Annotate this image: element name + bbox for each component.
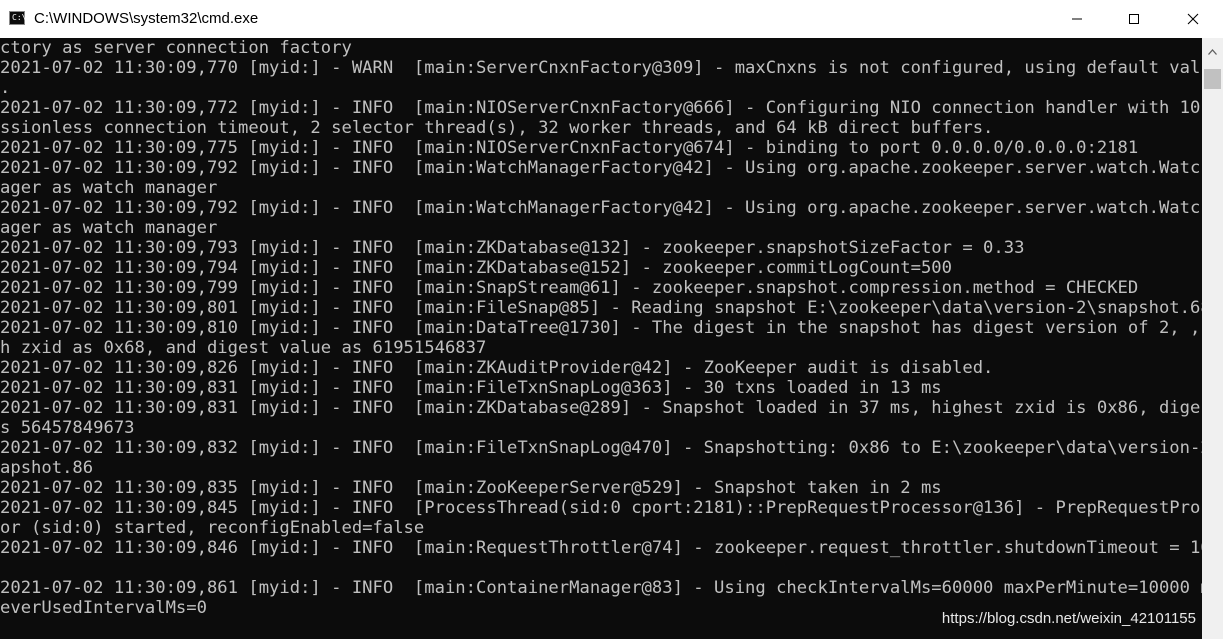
maximize-icon — [1129, 14, 1139, 24]
console-line: 2021-07-02 11:30:09,832 [myid:] - INFO [… — [0, 438, 1202, 458]
console-line: or (sid:0) started, reconfigEnabled=fals… — [0, 518, 425, 538]
console-line: h zxid as 0x68, and digest value as 6195… — [0, 338, 487, 358]
vertical-scrollbar[interactable] — [1202, 38, 1223, 639]
console-line: 2021-07-02 11:30:09,792 [myid:] - INFO [… — [0, 198, 1202, 218]
scroll-thumb[interactable] — [1204, 69, 1221, 89]
minimize-button[interactable] — [1048, 0, 1106, 38]
title-bar[interactable]: C:\ C:\WINDOWS\system32\cmd.exe — [0, 0, 1223, 38]
close-icon — [1187, 13, 1199, 25]
scroll-up-arrow-icon — [1208, 48, 1217, 55]
console-line: ssionless connection timeout, 2 selector… — [0, 118, 994, 138]
console-line: 2021-07-02 11:30:09,772 [myid:] - INFO [… — [0, 98, 1202, 118]
console-line: 2021-07-02 11:30:09,846 [myid:] - INFO [… — [0, 538, 1202, 558]
console-line: ager as watch manager — [0, 178, 218, 198]
console-line: . — [0, 78, 11, 98]
close-button[interactable] — [1163, 0, 1223, 38]
console-line: 2021-07-02 11:30:09,794 [myid:] - INFO [… — [0, 258, 952, 278]
console-line: 2021-07-02 11:30:09,810 [myid:] - INFO [… — [0, 318, 1202, 338]
console-line: 2021-07-02 11:30:09,799 [myid:] - INFO [… — [0, 278, 1139, 298]
console-line: 2021-07-02 11:30:09,801 [myid:] - INFO [… — [0, 298, 1202, 318]
console-line: 2021-07-02 11:30:09,861 [myid:] - INFO [… — [0, 578, 1202, 598]
console-line: s 56457849673 — [0, 418, 135, 438]
console-line: 2021-07-02 11:30:09,792 [myid:] - INFO [… — [0, 158, 1202, 178]
watermark: https://blog.csdn.net/weixin_42101155 — [941, 610, 1196, 627]
maximize-button[interactable] — [1105, 0, 1163, 38]
console-line: ager as watch manager — [0, 218, 218, 238]
scroll-up-button[interactable] — [1202, 38, 1223, 65]
cmd-icon-glyph: C:\ — [12, 13, 27, 22]
console-lines: ctory as server connection factory 2021-0… — [0, 38, 1202, 618]
console-line: 2021-07-02 11:30:09,770 [myid:] - WARN [… — [0, 58, 1202, 78]
console-line: 2021-07-02 11:30:09,775 [myid:] - INFO [… — [0, 138, 1139, 158]
cmd-icon[interactable]: C:\ — [9, 11, 27, 25]
minimize-icon — [1072, 18, 1082, 20]
console-output[interactable]: ctory as server connection factory 2021-0… — [0, 38, 1202, 639]
window-title: C:\WINDOWS\system32\cmd.exe — [34, 10, 259, 27]
console-line: 2021-07-02 11:30:09,793 [myid:] - INFO [… — [0, 238, 1025, 258]
console-line: ctory as server connection factory — [0, 38, 352, 58]
console-line: 2021-07-02 11:30:09,831 [myid:] - INFO [… — [0, 398, 1202, 418]
console-line: 2021-07-02 11:30:09,835 [myid:] - INFO [… — [0, 478, 942, 498]
console-line: 2021-07-02 11:30:09,845 [myid:] - INFO [… — [0, 498, 1202, 518]
console-line: apshot.86 — [0, 458, 94, 478]
console-line: 2021-07-02 11:30:09,826 [myid:] - INFO [… — [0, 358, 994, 378]
console-line: 2021-07-02 11:30:09,831 [myid:] - INFO [… — [0, 378, 942, 398]
